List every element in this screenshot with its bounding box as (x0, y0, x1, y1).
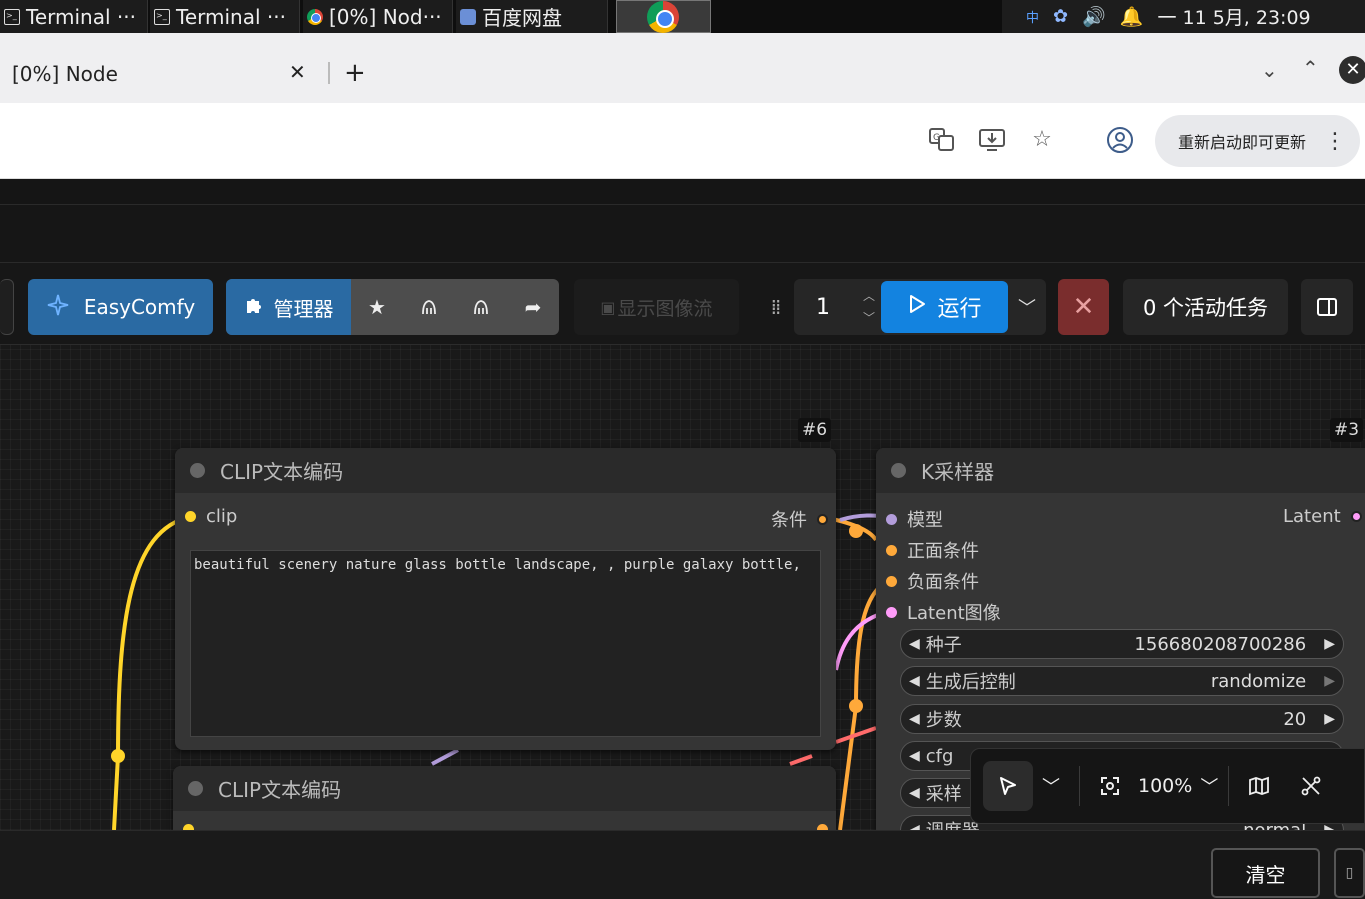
clip-slot-dot[interactable] (185, 511, 196, 522)
decrement-arrow-icon[interactable]: ◀ (909, 636, 920, 652)
input-slot-positive[interactable]: 正面条件 (886, 537, 979, 563)
positive-slot-dot[interactable] (886, 544, 897, 556)
widget-steps[interactable]: ◀ 步数 20 ▶ (900, 704, 1344, 734)
collapse-panel-button[interactable]: ▯ (1334, 848, 1365, 898)
input-slot-clip[interactable]: clip (185, 506, 237, 527)
toolbar-divider (1079, 766, 1080, 806)
clip-to-node2-link (431, 748, 459, 766)
latent-out-slot-dot[interactable] (1350, 511, 1362, 522)
zoom-level: 100% (1138, 775, 1193, 797)
output-slot-conditioning[interactable]: 条件 (771, 506, 828, 532)
bottom-panel (0, 830, 1365, 899)
clip-text-encode-node[interactable]: CLIP文本编码 clip 条件 beautiful scenery natur… (175, 448, 836, 750)
output-slot-latent[interactable]: Latent (1283, 506, 1362, 527)
zoom-chevron-icon[interactable]: ﹀ (1200, 773, 1218, 799)
node-header[interactable]: CLIP文本编码 (173, 766, 836, 811)
input-slot-latent[interactable]: Latent图像 (886, 599, 1001, 625)
model-slot-dot[interactable] (886, 513, 897, 525)
negative-slot-dot[interactable] (886, 575, 897, 587)
node-collapse-dot[interactable] (188, 781, 203, 796)
hide-links-icon[interactable] (1291, 766, 1331, 806)
select-tool-icon[interactable] (983, 761, 1033, 811)
node-header[interactable]: CLIP文本编码 (175, 448, 836, 493)
widget-seed[interactable]: ◀ 种子 156680208700286 ▶ (900, 629, 1344, 659)
decrement-arrow-icon[interactable]: ◀ (909, 785, 920, 801)
conditioning-slot-dot[interactable] (817, 513, 828, 525)
decrement-arrow-icon[interactable]: ◀ (909, 748, 920, 764)
increment-arrow-icon[interactable]: ▶ (1324, 711, 1335, 727)
decrement-arrow-icon[interactable]: ◀ (909, 711, 920, 727)
node-title: CLIP文本编码 (220, 460, 344, 484)
red-link (789, 754, 813, 766)
decrement-arrow-icon[interactable]: ◀ (909, 673, 920, 689)
vae-link (835, 726, 877, 744)
link-midpoint (111, 749, 125, 763)
node-title: CLIP文本编码 (218, 778, 342, 802)
node-title: K采样器 (921, 460, 995, 484)
canvas-toolbar: ﹀ 100% ﹀ (970, 748, 1365, 824)
node-header[interactable]: K采样器 (876, 448, 1365, 493)
node-id-badge: #6 (798, 418, 832, 442)
toolbar-divider (1228, 766, 1230, 806)
node-collapse-dot[interactable] (190, 463, 205, 478)
latent-slot-dot[interactable] (886, 606, 897, 618)
link-midpoint (849, 699, 863, 713)
input-slot-negative[interactable]: 负面条件 (886, 568, 979, 594)
widget-control-after-generate[interactable]: ◀ 生成后控制 randomize ▶ (900, 666, 1344, 696)
minimap-icon[interactable] (1239, 766, 1279, 806)
link-midpoint (849, 524, 863, 538)
node-id-badge: #3 (1330, 418, 1364, 442)
clear-button[interactable]: 清空 (1211, 848, 1320, 898)
tool-mode-chevron-icon[interactable]: ﹀ (1033, 766, 1069, 806)
fit-view-icon[interactable] (1090, 766, 1130, 806)
zoom-control[interactable]: 100% ﹀ (1138, 773, 1218, 799)
node-collapse-dot[interactable] (891, 463, 906, 478)
input-slot-model[interactable]: 模型 (886, 506, 943, 532)
prompt-textarea[interactable]: beautiful scenery nature glass bottle la… (190, 550, 821, 737)
increment-arrow-icon[interactable]: ▶ (1324, 636, 1335, 652)
increment-arrow-icon[interactable]: ▶ (1324, 673, 1335, 689)
